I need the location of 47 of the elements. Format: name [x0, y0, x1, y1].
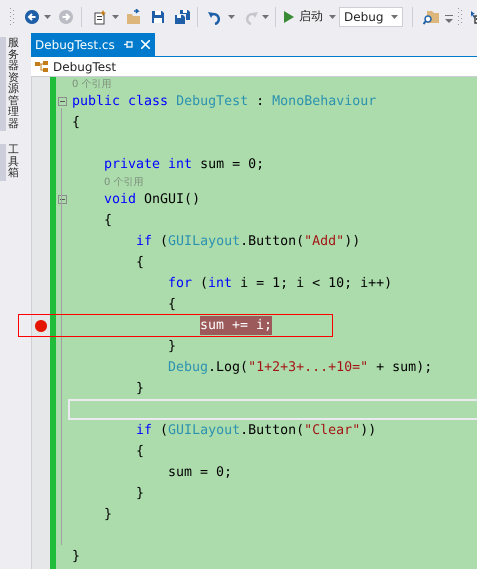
dropdown-caret-icon[interactable] [112, 14, 119, 18]
code-line: if (GUILayout.Button("Clear")) [136, 423, 376, 438]
code-line: if (GUILayout.Button("Add")) [136, 234, 360, 249]
collapse-icon[interactable] [58, 195, 66, 204]
code-line: { [168, 297, 176, 312]
start-button[interactable]: 启动 [282, 8, 325, 25]
dropdown-caret-icon[interactable] [228, 14, 235, 18]
code-line: } [104, 507, 112, 522]
class-name: DebugTest [53, 60, 116, 74]
dropdown-caret-icon[interactable] [262, 14, 269, 18]
save-icon[interactable] [150, 8, 166, 24]
code-line: sum = 0; [168, 465, 232, 480]
pin-icon[interactable] [124, 40, 133, 49]
code-line: { [72, 115, 80, 130]
close-icon[interactable] [140, 40, 150, 49]
code-line: private int sum = 0; [104, 157, 264, 172]
back-icon[interactable] [24, 8, 40, 24]
class-icon [35, 60, 49, 72]
code-line: { [104, 213, 112, 228]
configuration-dropdown[interactable]: Debug [339, 6, 403, 26]
side-panel-tab[interactable]: 服务器资源管理器 [0, 37, 22, 132]
dropdown-caret-icon [391, 14, 398, 18]
document-tab[interactable]: DebugTest.cs [31, 33, 155, 56]
code-line: for (int i = 1; i < 10; i++) [168, 276, 392, 291]
highlighted-code: sum += i; [200, 316, 272, 335]
code-line: } [168, 339, 176, 354]
code-line: void OnGUI() [104, 192, 200, 207]
breakpoint-icon[interactable] [34, 318, 48, 332]
dropdown-caret-icon[interactable] [44, 14, 51, 18]
overflow-icon[interactable] [445, 14, 453, 22]
collapse-icon[interactable] [58, 97, 66, 106]
code-line: { [136, 444, 144, 459]
side-panel-tab[interactable]: 工具箱 [0, 144, 22, 182]
code-line: { [136, 255, 144, 270]
code-line: Debug.Log("1+2+3+...+10=" + sum); [168, 360, 432, 375]
code-line: } [72, 549, 80, 564]
navigation-bar[interactable]: DebugTest [31, 57, 477, 77]
dropdown-caret-icon[interactable] [329, 14, 336, 18]
code-line: } [136, 381, 144, 396]
code-line: public class DebugTest : MonoBehaviour [72, 94, 376, 109]
open-folder-icon[interactable] [126, 8, 142, 24]
save-all-icon[interactable] [174, 8, 190, 24]
code-line: } [136, 486, 144, 501]
code-area[interactable] [56, 77, 477, 569]
play-icon [284, 10, 294, 22]
folder-search-icon[interactable] [423, 8, 439, 24]
new-document-icon[interactable] [92, 8, 108, 24]
